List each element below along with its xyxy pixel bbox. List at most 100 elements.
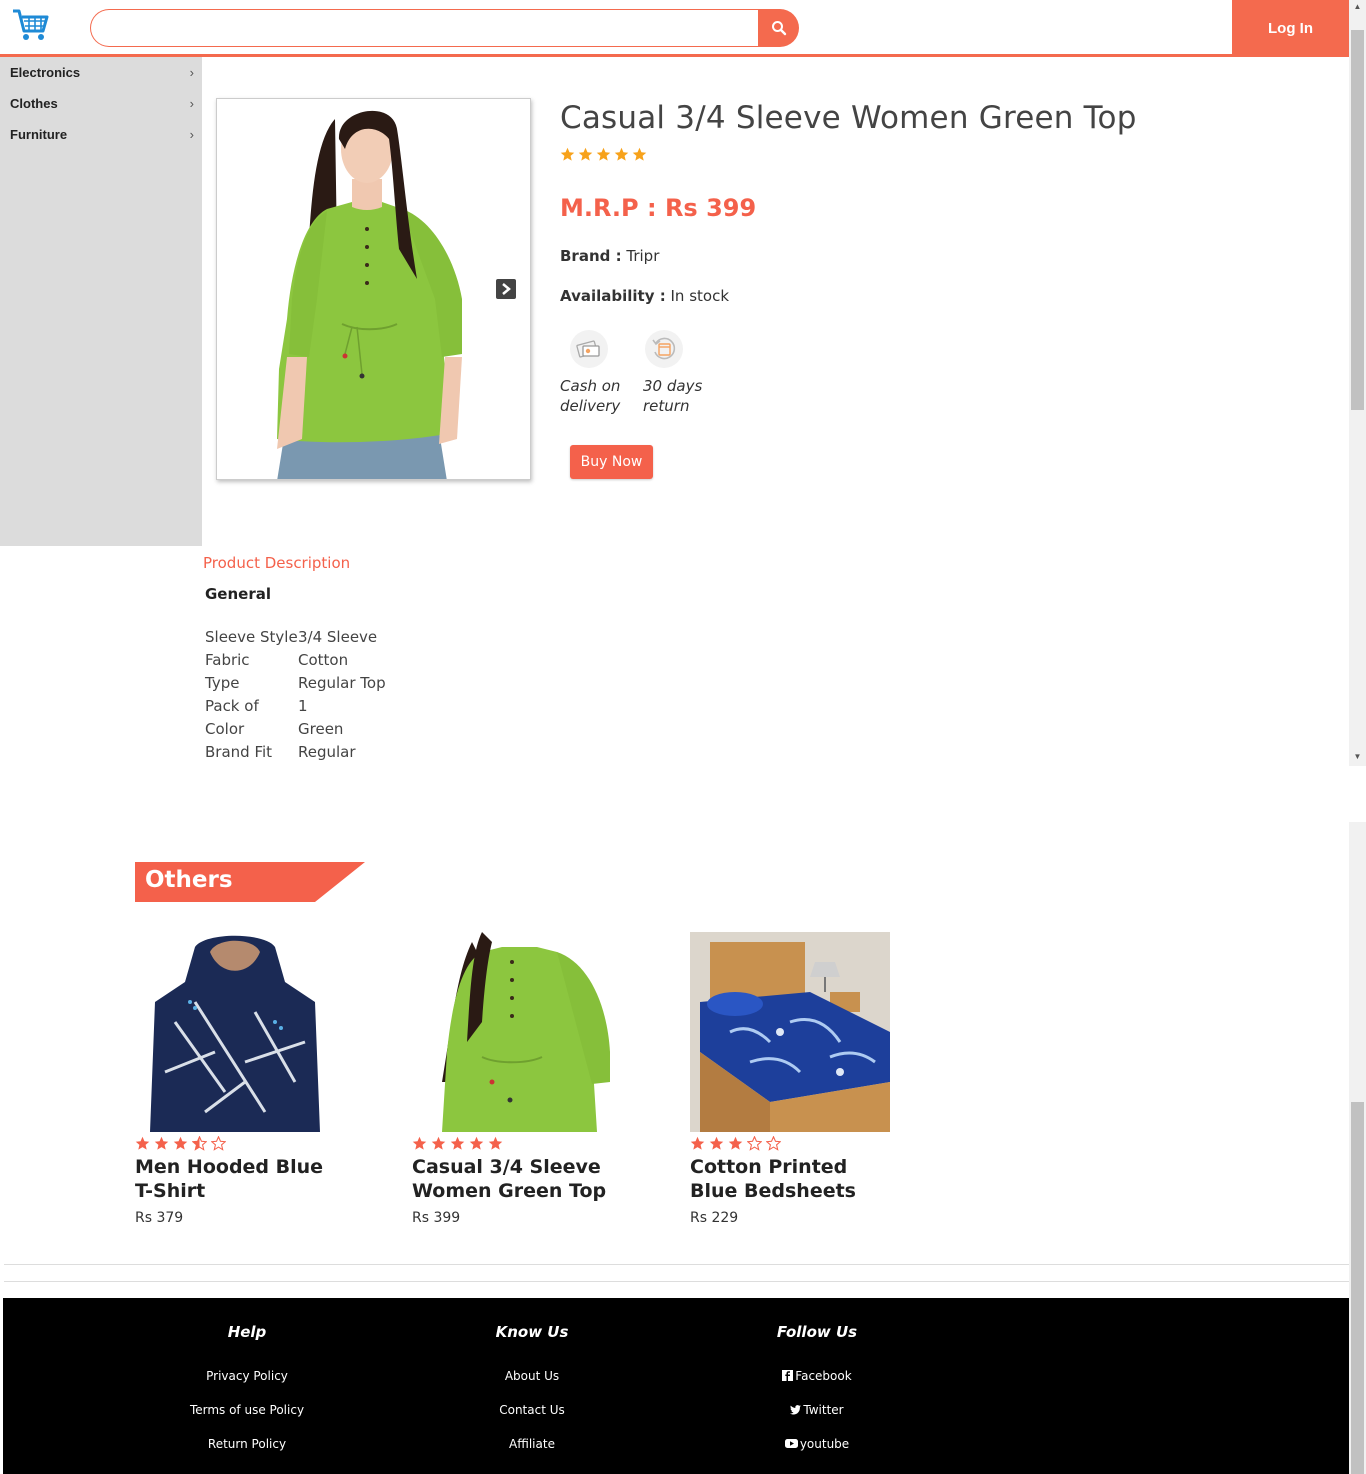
- footer-column-title: Follow Us: [776, 1323, 858, 1341]
- product-title: Casual 3/4 Sleeve Women Green Top: [560, 100, 1137, 136]
- cash-on-delivery-icon: [570, 330, 608, 368]
- search-icon: [771, 21, 786, 36]
- brand-value: Tripr: [626, 247, 660, 265]
- spec-value: 3/4 Sleeve: [298, 628, 378, 646]
- product-card[interactable]: Casual 3/4 Sleeve Women Green Top Rs 399: [412, 932, 652, 1226]
- chevron-right-icon: ›: [189, 127, 194, 142]
- star-icon: [728, 1136, 743, 1150]
- feature-cash-on-delivery: Cash on delivery: [560, 330, 630, 416]
- product-card-image[interactable]: [690, 932, 890, 1132]
- spec-key: Pack of: [205, 697, 259, 715]
- search-input[interactable]: [90, 9, 759, 47]
- product-card-rating: [135, 1136, 375, 1151]
- product-card-image[interactable]: [412, 932, 612, 1132]
- product-card-price: Rs 399: [412, 1210, 461, 1226]
- spec-key: Type: [205, 674, 240, 692]
- star-icon: [450, 1136, 465, 1150]
- product-card-price: Rs 379: [135, 1210, 184, 1226]
- footer-link-facebook[interactable]: Facebook: [697, 1369, 937, 1384]
- others-title: Others: [145, 867, 233, 893]
- youtube-icon: [784, 1439, 798, 1448]
- star-empty-icon: [211, 1136, 226, 1151]
- spec-row: Brand Fit Regular: [205, 743, 386, 766]
- product-card-title[interactable]: Men Hooded Blue T-Shirt: [135, 1155, 335, 1203]
- star-icon: [632, 147, 647, 161]
- sidebar-item-label: Clothes: [10, 96, 58, 111]
- product-image: [216, 98, 531, 480]
- footer-link-twitter[interactable]: Twitter: [697, 1403, 937, 1418]
- chevron-right-icon: [502, 283, 511, 295]
- product-photo: [217, 99, 530, 479]
- footer-column-title: Help: [227, 1323, 267, 1341]
- twitter-icon: [790, 1405, 802, 1415]
- star-icon: [709, 1136, 724, 1150]
- chevron-right-icon: ›: [189, 65, 194, 80]
- star-icon: [154, 1136, 169, 1150]
- footer-link-contact-us[interactable]: Contact Us: [412, 1403, 652, 1418]
- footer-column-title: Know Us: [495, 1323, 569, 1341]
- star-icon: [488, 1136, 503, 1150]
- footer-link-about-us[interactable]: About Us: [412, 1369, 652, 1384]
- footer-link-privacy-policy[interactable]: Privacy Policy: [127, 1369, 367, 1384]
- footer-link-terms[interactable]: Terms of use Policy: [127, 1403, 367, 1418]
- sidebar-item-label: Furniture: [10, 127, 68, 142]
- footer-link-label: youtube: [799, 1437, 850, 1451]
- buy-now-button[interactable]: Buy Now: [570, 445, 653, 479]
- spec-value: Cotton: [298, 651, 349, 669]
- star-empty-icon: [766, 1136, 781, 1151]
- star-icon: [469, 1136, 484, 1150]
- scrollbar-thumb[interactable]: [1351, 1102, 1364, 1474]
- footer-link-label: Facebook: [795, 1369, 852, 1383]
- footer-link-return-policy[interactable]: Return Policy: [127, 1437, 367, 1452]
- lower-scrollbar[interactable]: [1349, 822, 1366, 1474]
- sidebar-item-label: Electronics: [10, 65, 81, 80]
- spec-value: Regular: [298, 743, 356, 761]
- footer-link-youtube[interactable]: youtube: [697, 1437, 937, 1452]
- star-icon: [596, 147, 611, 161]
- scroll-up-icon[interactable]: ▲: [1349, 2, 1366, 16]
- divider: [4, 1281, 1349, 1282]
- footer-column-help: Help Privacy Policy Terms of use Policy …: [127, 1298, 367, 1452]
- sidebar-item-furniture[interactable]: Furniture ›: [0, 119, 202, 150]
- facebook-icon: [782, 1370, 794, 1381]
- login-button[interactable]: Log In: [1232, 0, 1349, 57]
- star-icon: [614, 147, 629, 161]
- spec-key: Sleeve Style: [205, 628, 298, 646]
- star-icon: [431, 1136, 446, 1150]
- product-card-rating: [412, 1136, 652, 1151]
- product-card-rating: [690, 1136, 930, 1151]
- sidebar-item-clothes[interactable]: Clothes ›: [0, 88, 202, 119]
- product-card[interactable]: Men Hooded Blue T-Shirt Rs 379: [135, 932, 375, 1226]
- product-card-title[interactable]: Cotton Printed Blue Bedsheets: [690, 1155, 890, 1203]
- product-card[interactable]: Cotton Printed Blue Bedsheets Rs 229: [690, 932, 930, 1226]
- brand-label: Brand :: [560, 247, 622, 265]
- footer-link-label: Twitter: [803, 1403, 844, 1417]
- scrollbar-thumb[interactable]: [1351, 30, 1364, 410]
- product-card-image[interactable]: [135, 932, 335, 1132]
- availability-label: Availability :: [560, 287, 666, 305]
- sidebar-item-electronics[interactable]: Electronics ›: [0, 57, 202, 88]
- product-price: M.R.P : Rs 399: [560, 194, 757, 222]
- star-icon: [578, 147, 593, 161]
- scroll-down-icon[interactable]: ▼: [1349, 752, 1366, 766]
- spec-key: Brand Fit: [205, 743, 273, 761]
- product-card-price: Rs 229: [690, 1210, 739, 1226]
- description-section-title: General: [205, 585, 271, 603]
- description-title: Product Description: [203, 554, 351, 572]
- spec-row: Pack of 1: [205, 697, 386, 720]
- spec-key: Color: [205, 720, 245, 738]
- product-card-title[interactable]: Casual 3/4 Sleeve Women Green Top: [412, 1155, 612, 1203]
- cart-logo-icon[interactable]: [12, 8, 50, 42]
- footer-link-affiliate[interactable]: Affiliate: [412, 1437, 652, 1452]
- star-icon: [173, 1136, 188, 1150]
- spec-value: Regular Top: [298, 674, 386, 692]
- feature-label: Cash on: [560, 377, 621, 395]
- search-bar: [90, 9, 799, 47]
- next-image-button[interactable]: [496, 279, 516, 299]
- spec-key: Fabric: [205, 651, 250, 669]
- search-button[interactable]: [758, 9, 799, 47]
- chevron-right-icon: ›: [189, 96, 194, 111]
- page-scrollbar[interactable]: ▲ ▼: [1349, 0, 1366, 766]
- availability-value: In stock: [670, 287, 730, 305]
- category-sidebar: Electronics › Clothes › Furniture ›: [0, 57, 202, 546]
